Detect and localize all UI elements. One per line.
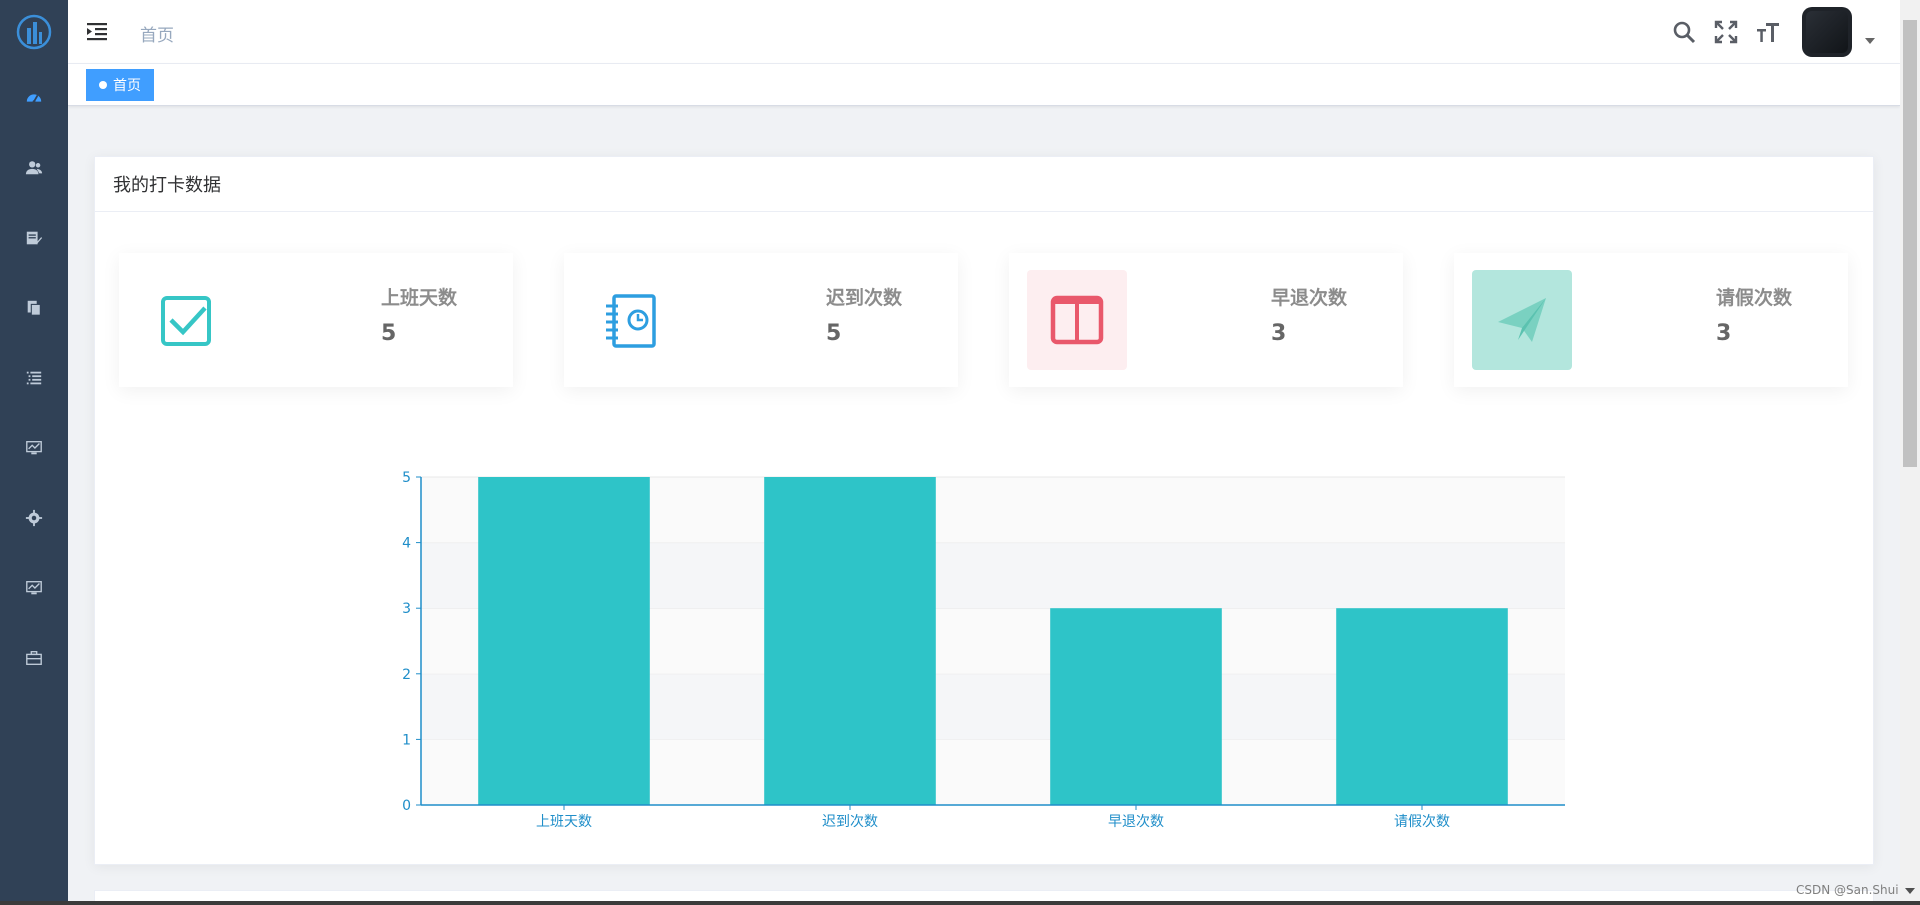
bar [764, 477, 936, 805]
tag-label: 首页 [113, 78, 141, 94]
y-tick-label: 2 [402, 667, 411, 683]
bar [478, 477, 650, 805]
tag-home[interactable]: 首页 [86, 69, 154, 101]
x-tick-label: 早退次数 [1108, 814, 1164, 830]
sidebar [0, 0, 68, 905]
y-tick-label: 4 [402, 536, 411, 552]
gear-icon[interactable] [24, 508, 44, 528]
watermark: CSDN @San.Shui [1796, 883, 1899, 897]
attendance-bar-chart: 0 1 2 3 4 5 上班天数 迟到次数 早退次数 请假次数 [402, 470, 1565, 830]
avatar[interactable] [1802, 7, 1852, 57]
attendance-card: 我的打卡数据 上班天数 5 迟到次数 5 早退次数 3 请假次数 3 01234… [94, 156, 1874, 865]
x-tick-label: 迟到次数 [822, 814, 878, 830]
briefcase-icon[interactable] [24, 648, 44, 668]
users-icon[interactable] [24, 158, 44, 178]
copy-document-icon[interactable] [24, 298, 44, 318]
font-size-icon[interactable] [1754, 18, 1782, 46]
y-tick-label: 3 [402, 601, 411, 617]
scroll-down-icon[interactable] [1905, 888, 1915, 894]
active-dot-icon [99, 81, 107, 89]
search-icon[interactable] [1670, 18, 1698, 46]
monitor-chart-icon[interactable] [24, 438, 44, 458]
top-navbar: 首页 [68, 0, 1900, 64]
page-scrollbar[interactable] [1900, 0, 1920, 905]
tags-view: 首页 [68, 64, 1900, 106]
list-icon[interactable] [24, 368, 44, 388]
fullscreen-icon[interactable] [1712, 18, 1740, 46]
y-tick-label: 5 [402, 470, 411, 486]
dashboard-icon[interactable] [24, 88, 44, 108]
y-tick-label: 0 [402, 798, 411, 814]
x-tick-label: 上班天数 [536, 814, 592, 830]
bar [1050, 608, 1222, 805]
breadcrumb: 首页 [140, 26, 174, 46]
bar [1336, 608, 1508, 805]
edit-document-icon[interactable] [24, 228, 44, 248]
scrollbar-thumb[interactable] [1903, 20, 1917, 467]
x-tick-label: 请假次数 [1394, 814, 1450, 830]
monitor-chart-icon[interactable] [24, 578, 44, 598]
chevron-down-icon[interactable] [1865, 38, 1875, 44]
y-tick-label: 1 [402, 732, 411, 748]
window-bottom-edge [0, 901, 1920, 905]
app-logo[interactable] [16, 14, 52, 50]
sidebar-toggle-icon[interactable] [86, 20, 108, 42]
